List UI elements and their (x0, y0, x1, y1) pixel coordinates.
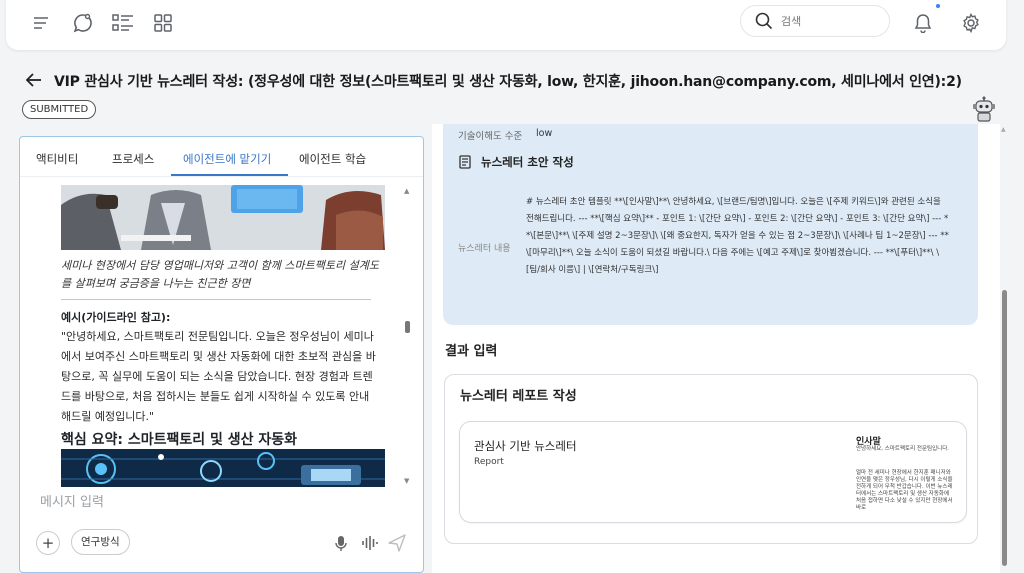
menu-icon[interactable] (28, 10, 54, 36)
smart-factory-image (61, 449, 385, 487)
send-icon[interactable] (386, 532, 408, 554)
page-scroll-up-icon[interactable]: ▲ (1001, 126, 1006, 133)
newsletter-content-label: 뉴스레터 내용 (458, 244, 511, 254)
scroll-up-icon[interactable]: ▲ (404, 187, 409, 195)
tech-level-label: 기술이해도 수준 (458, 131, 523, 142)
robot-assistant-icon[interactable] (972, 96, 996, 122)
research-method-button[interactable]: 연구방식 (71, 529, 130, 555)
draft-title: 뉴스레터 초안 작성 (481, 155, 574, 169)
scroll-down-icon[interactable]: ▼ (404, 477, 409, 485)
bell-icon[interactable] (910, 10, 936, 36)
tab-bar: 액티비티 프로세스 에이전트에 맡기기 에이전트 학습 (20, 137, 423, 177)
page-scrollbar[interactable]: ▲ (1001, 124, 1008, 573)
tab-process[interactable]: 프로세스 (112, 151, 154, 167)
notification-dot (936, 4, 940, 8)
example-text: "안녕하세요, 스마트팩토리 전문팀입니다. 오늘은 정우성님이 세미나에서 보… (61, 330, 376, 423)
report-card-title: 뉴스레터 레포트 작성 (460, 389, 577, 404)
page-scrollbar-thumb[interactable] (1002, 290, 1007, 566)
tab-delegate-agent[interactable]: 에이전트에 맡기기 (183, 151, 271, 167)
report-item-subtitle: Report (474, 457, 504, 467)
checklist-icon[interactable] (110, 10, 136, 36)
gear-icon[interactable] (958, 10, 984, 36)
thumbnail-text-2: 얼마 전 세미나 현장에서 한지훈 매니저와 인연을 맺은 정우성님, 다시 이… (856, 470, 953, 511)
newsletter-content-value: # 뉴스레터 초안 템플릿 **\[인사말\]**\ 안녕하세요, \[브랜드/… (526, 197, 949, 275)
thumbnail-text-1: 안녕하세요, 스마트팩토리 전문팀입니다. (856, 446, 950, 452)
chat-message-area[interactable]: 세미나 현장에서 담당 영업매니저와 고객이 함께 스마트팩토리 설계도를 살펴… (60, 185, 390, 487)
search-box[interactable] (740, 5, 890, 37)
search-input[interactable] (781, 14, 871, 28)
microphone-icon[interactable] (330, 532, 352, 554)
tab-activity[interactable]: 액티비티 (36, 151, 78, 167)
image-caption: 세미나 현장에서 담당 영업매니저와 고객이 함께 스마트팩토리 설계도를 살펴… (61, 259, 379, 290)
top-bar (6, 0, 1006, 50)
status-badge: SUBMITTED (22, 100, 97, 119)
voice-wave-icon[interactable] (358, 532, 380, 554)
example-label: 예시(가이드라인 참고): (61, 311, 171, 324)
page-title: VIP 관심사 기반 뉴스레터 작성: (정우성에 대한 정보(스마트팩토리 및… (54, 74, 962, 90)
divider (61, 299, 371, 300)
report-item-title: 관심사 기반 뉴스레터 (474, 439, 577, 453)
message-input[interactable] (40, 495, 360, 510)
tech-level-value: low (536, 128, 553, 139)
tab-agent-learning[interactable]: 에이전트 학습 (299, 151, 366, 167)
active-tab-indicator (171, 174, 288, 176)
report-card: 뉴스레터 레포트 작성 관심사 기반 뉴스레터 Report 인사말 안녕하세요… (444, 374, 978, 544)
scrollbar-thumb[interactable] (405, 321, 410, 333)
newsletter-draft-card: 기술이해도 수준 low 뉴스레터 초안 작성 뉴스레터 내용 # 뉴스레터 초… (443, 124, 978, 325)
chat-scrollbar[interactable]: ▲ ▼ (402, 185, 412, 487)
report-item[interactable]: 관심사 기반 뉴스레터 Report 인사말 안녕하세요, 스마트팩토리 전문팀… (459, 421, 967, 523)
back-arrow-icon[interactable] (24, 70, 44, 90)
grid-icon[interactable] (150, 10, 176, 36)
chat-bubble-icon[interactable] (70, 10, 96, 36)
search-icon (755, 12, 773, 30)
document-icon (459, 155, 471, 169)
task-detail-panel: 기술이해도 수준 low 뉴스레터 초안 작성 뉴스레터 내용 # 뉴스레터 초… (432, 124, 1000, 573)
seminar-illustration-image (61, 185, 385, 250)
agent-chat-panel: 액티비티 프로세스 에이전트에 맡기기 에이전트 학습 세미나 현장에서 담당 … (19, 136, 424, 573)
summary-heading: 핵심 요약: 스마트팩토리 및 생산 자동화 (61, 432, 298, 448)
add-attachment-button[interactable]: + (36, 531, 60, 555)
result-input-heading: 결과 입력 (445, 344, 498, 359)
report-thumbnail[interactable]: 인사말 안녕하세요, 스마트팩토리 전문팀입니다. 얼마 전 세미나 현장에서 … (851, 428, 961, 520)
